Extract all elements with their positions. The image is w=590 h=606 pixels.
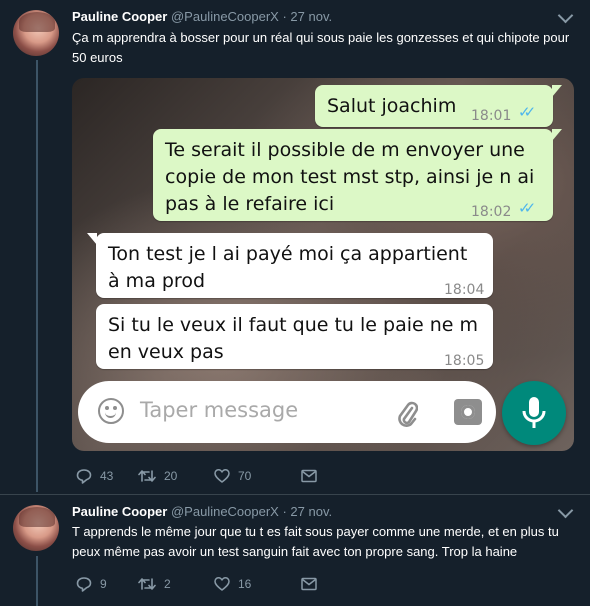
retweet-button[interactable]: 2 <box>138 576 214 592</box>
tweet-date[interactable]: · 27 nov. <box>282 9 332 24</box>
direct-message-button[interactable] <box>301 469 317 483</box>
message-text: Salut joachim <box>327 95 457 117</box>
tweet-divider <box>0 494 590 495</box>
author-name[interactable]: Pauline Cooper <box>72 9 167 24</box>
tweet-actions: 9 2 16 <box>76 576 317 592</box>
chat-message-incoming: Si tu le veux il faut que tu le paie ne … <box>96 304 493 369</box>
message-time: 18:05 <box>444 353 485 369</box>
thread-line <box>36 556 38 606</box>
retweet-button[interactable]: 20 <box>138 468 214 484</box>
thread-line <box>36 60 38 492</box>
envelope-icon <box>301 469 317 483</box>
reply-button[interactable]: 43 <box>76 468 138 484</box>
reply-icon <box>76 469 92 484</box>
like-count: 16 <box>238 577 252 591</box>
message-time: 18:01 <box>471 108 512 124</box>
chat-message-outgoing: Salut joachim 18:01 ✓✓ <box>315 85 562 127</box>
chevron-down-icon[interactable] <box>557 502 574 519</box>
chat-message-incoming: Ton test je l ai payé moi ça appartient … <box>87 233 493 298</box>
avatar[interactable] <box>13 10 59 56</box>
reply-count: 9 <box>100 577 107 591</box>
camera-icon[interactable] <box>454 399 482 425</box>
message-time: 18:02 <box>471 204 512 220</box>
mic-button[interactable] <box>502 381 566 445</box>
author-handle[interactable]: @PaulineCooperX <box>171 504 279 519</box>
message-time: 18:04 <box>444 282 485 298</box>
tweet-header: Pauline Cooper @PaulineCooperX · 27 nov. <box>72 9 332 24</box>
tweet-text: Ça m apprendra à bosser pour un réal qui… <box>72 30 570 65</box>
retweet-count: 2 <box>164 577 171 591</box>
read-ticks-icon: ✓✓ <box>518 103 536 121</box>
message-text: Si tu le veux il faut que tu le paie ne … <box>108 314 478 363</box>
tweet-actions: 43 20 70 <box>76 468 317 484</box>
envelope-icon <box>301 577 317 591</box>
tweet-header: Pauline Cooper @PaulineCooperX · 27 nov. <box>72 504 332 519</box>
heart-icon <box>214 577 230 591</box>
message-input-placeholder[interactable]: Taper message <box>140 398 298 422</box>
microphone-icon <box>522 397 546 428</box>
like-count: 70 <box>238 469 252 483</box>
reply-count: 43 <box>100 469 114 483</box>
like-button[interactable]: 16 <box>214 576 301 592</box>
avatar[interactable] <box>13 505 59 551</box>
paperclip-icon[interactable] <box>396 399 418 429</box>
direct-message-button[interactable] <box>301 577 317 591</box>
tweet-media[interactable]: Salut joachim 18:01 ✓✓ Te serait il poss… <box>72 78 574 451</box>
message-text: Ton test je l ai payé moi ça appartient … <box>108 243 468 292</box>
read-ticks-icon: ✓✓ <box>518 199 536 217</box>
author-name[interactable]: Pauline Cooper <box>72 504 167 519</box>
chevron-down-icon[interactable] <box>557 7 574 24</box>
reply-icon <box>76 577 92 592</box>
retweet-count: 20 <box>164 469 178 483</box>
emoji-icon[interactable] <box>98 398 124 424</box>
chat-message-outgoing: Te serait il possible de m envoyer une c… <box>153 129 562 221</box>
retweet-icon <box>138 578 156 590</box>
like-button[interactable]: 70 <box>214 468 301 484</box>
retweet-icon <box>138 470 156 482</box>
tweet-text: T apprends le même jour que tu t es fait… <box>72 524 559 559</box>
tweet-date[interactable]: · 27 nov. <box>282 504 332 519</box>
author-handle[interactable]: @PaulineCooperX <box>171 9 279 24</box>
reply-button[interactable]: 9 <box>76 576 138 592</box>
heart-icon <box>214 469 230 483</box>
message-input-bar[interactable]: Taper message <box>78 381 496 443</box>
